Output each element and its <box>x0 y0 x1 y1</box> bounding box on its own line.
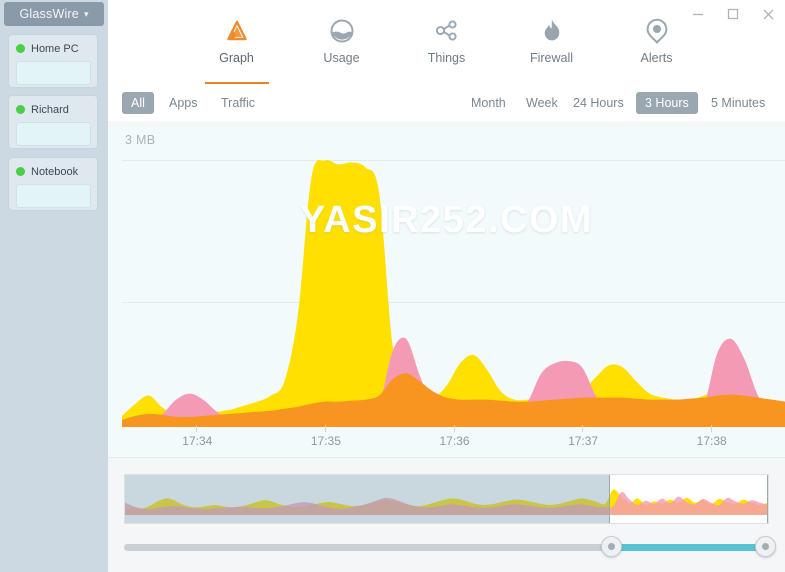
host-name: Home PC <box>31 42 79 55</box>
range-3-hours[interactable]: 3 Hours <box>636 92 698 114</box>
host-name: Notebook <box>31 165 79 178</box>
active-tab-indicator <box>204 82 269 84</box>
filter-traffic[interactable]: Traffic <box>212 92 264 114</box>
tab-label: Graph <box>219 51 254 65</box>
axis-tick-label: 17:35 <box>310 434 341 448</box>
tab-graph[interactable]: Graph <box>201 16 273 84</box>
chart-areas <box>122 159 785 427</box>
sidebar-item-host-2[interactable]: Notebook <box>8 157 98 211</box>
status-dot-online-icon <box>16 44 25 53</box>
things-nodes-icon <box>433 16 461 46</box>
status-dot-online-icon <box>16 167 25 176</box>
tab-label: Firewall <box>529 51 574 65</box>
brand-dropdown[interactable]: GlassWire ▾ <box>4 2 104 26</box>
axis-tick <box>710 425 712 432</box>
axis-tick-label: 17:34 <box>182 434 213 448</box>
host-header: Home PC <box>9 35 97 57</box>
axis-tick <box>453 425 455 432</box>
sidebar: GlassWire ▾ Home PC Richard Notebook <box>0 0 108 572</box>
slider-handle-left[interactable] <box>600 536 622 557</box>
mountain-icon <box>223 16 251 46</box>
tab-usage[interactable]: Usage <box>306 16 378 84</box>
traffic-graph: 3 MB YASIR252.COM <box>108 121 785 458</box>
tab-label: Things <box>427 51 466 65</box>
range-24-hours[interactable]: 24 Hours <box>564 92 633 114</box>
x-axis: 17:34 17:35 17:36 17:37 17:38 <box>108 425 785 458</box>
close-button[interactable] <box>751 0 785 28</box>
glasswire-window: GlassWire ▾ Home PC Richard Notebook Gra… <box>0 0 785 572</box>
tab-label: Usage <box>323 51 360 65</box>
overview-graph[interactable] <box>124 474 769 524</box>
area-yellow-traffic <box>122 159 785 426</box>
sidebar-item-host-0[interactable]: Home PC <box>8 34 98 88</box>
axis-tick <box>196 425 198 432</box>
status-dot-online-icon <box>16 105 25 114</box>
tab-things[interactable]: Things <box>411 16 483 84</box>
host-header: Notebook <box>9 158 97 180</box>
host-mini-graph <box>16 184 91 208</box>
tab-label: Alerts <box>640 51 673 65</box>
range-week[interactable]: Week <box>517 92 567 114</box>
range-month[interactable]: Month <box>462 92 515 114</box>
slider-handle-right[interactable] <box>755 536 776 557</box>
slider-selected-range[interactable] <box>610 544 769 551</box>
selection-edge-right <box>767 475 768 523</box>
navigation-bar: Graph Usage Things Firewall Alerts <box>108 0 785 86</box>
brand-label: GlassWire <box>19 7 79 21</box>
timeline-scrubber <box>108 458 785 572</box>
host-mini-graph <box>16 61 91 85</box>
host-name: Richard <box>31 103 69 116</box>
filter-all[interactable]: All <box>122 92 154 114</box>
chevron-down-icon: ▾ <box>83 8 89 19</box>
host-mini-graph <box>16 122 91 146</box>
minimize-button[interactable] <box>681 0 715 28</box>
filter-bar: All Apps Traffic Month Week 24 Hours 3 H… <box>108 85 785 122</box>
flame-icon <box>541 16 563 46</box>
range-slider[interactable] <box>124 536 776 558</box>
axis-tick <box>582 425 584 432</box>
alert-pin-icon <box>645 16 669 46</box>
sidebar-item-host-1[interactable]: Richard <box>8 95 98 149</box>
range-5-minutes[interactable]: 5 Minutes <box>702 92 774 114</box>
host-header: Richard <box>9 96 97 118</box>
axis-tick-label: 17:38 <box>696 434 727 448</box>
axis-tick <box>324 425 326 432</box>
usage-circle-icon <box>329 16 355 46</box>
selection-edge-left <box>609 475 611 523</box>
axis-tick-label: 17:37 <box>568 434 599 448</box>
tab-firewall[interactable]: Firewall <box>516 16 588 84</box>
axis-tick-label: 17:36 <box>439 434 470 448</box>
overview-dim-overlay <box>125 475 611 523</box>
maximize-button[interactable] <box>716 0 750 28</box>
filter-apps[interactable]: Apps <box>160 92 207 114</box>
